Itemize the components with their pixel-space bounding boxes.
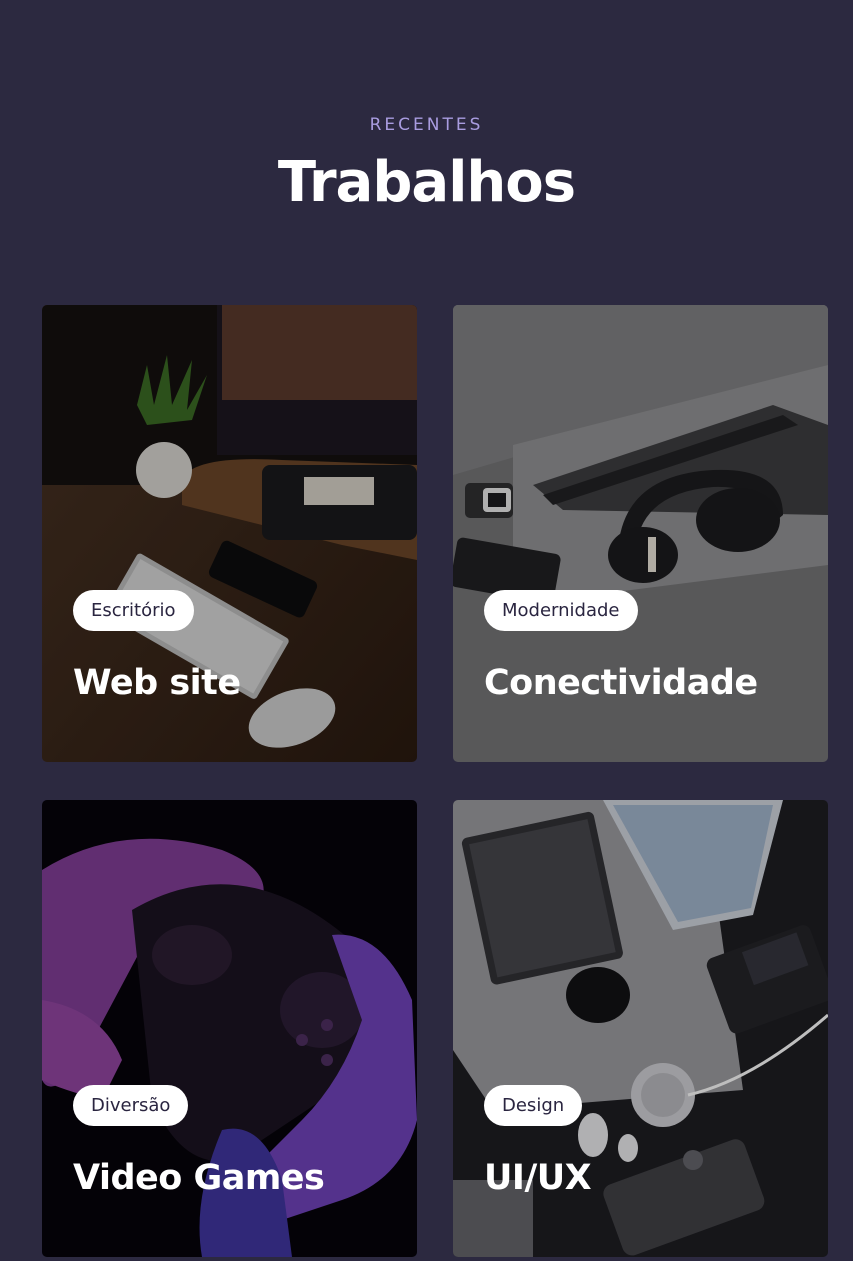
work-card-video-games[interactable]: Diversão Video Games <box>42 800 417 1257</box>
section-eyebrow: RECENTES <box>369 115 484 135</box>
card-title: UI/UX <box>484 1158 592 1198</box>
card-title: Video Games <box>73 1158 325 1198</box>
work-card-conectividade[interactable]: Modernidade Conectividade <box>453 305 828 762</box>
card-title: Web site <box>73 663 241 703</box>
card-tag: Modernidade <box>484 590 638 631</box>
card-tag: Escritório <box>73 590 194 631</box>
card-title: Conectividade <box>484 663 758 703</box>
card-tag: Diversão <box>73 1085 189 1126</box>
card-tag: Design <box>484 1085 583 1126</box>
work-card-ui-ux[interactable]: Design UI/UX <box>453 800 828 1257</box>
work-card-web-site[interactable]: Escritório Web site <box>42 305 417 762</box>
section-title: Trabalhos <box>277 150 576 215</box>
